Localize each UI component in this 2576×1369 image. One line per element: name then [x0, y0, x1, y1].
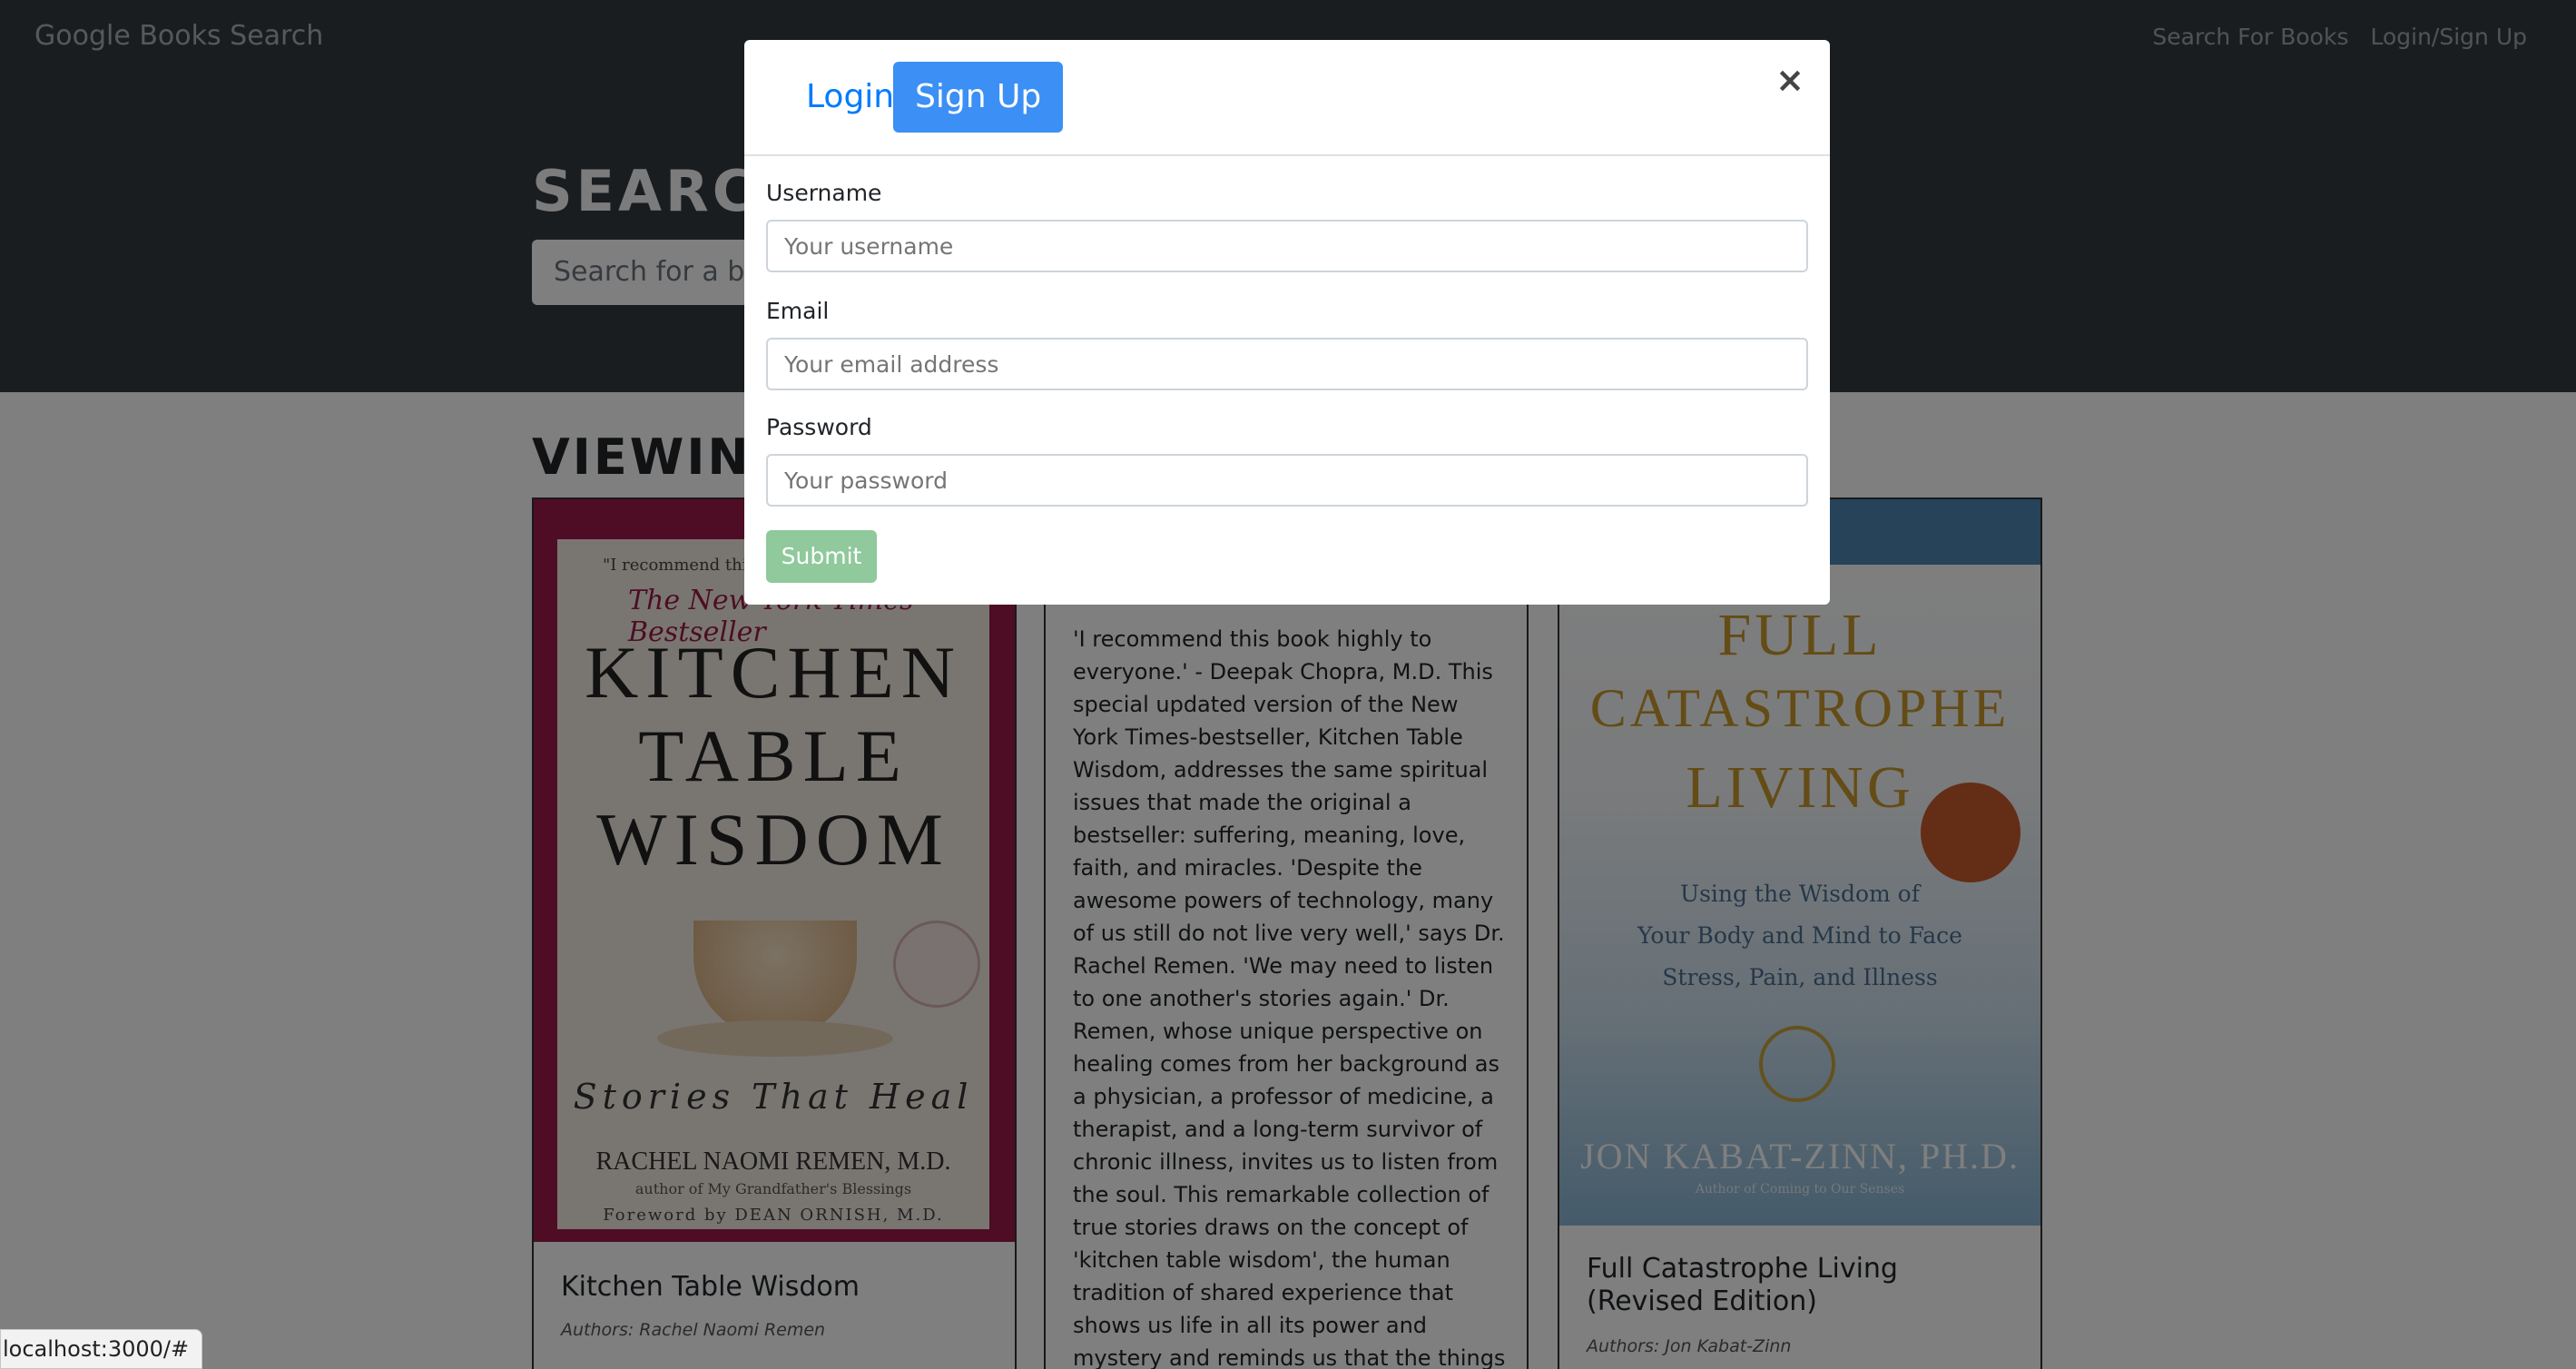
username-field[interactable] — [766, 220, 1808, 272]
submit-button[interactable]: Submit — [766, 530, 877, 583]
close-icon[interactable]: × — [1770, 60, 1810, 100]
status-bar-url: localhost:3000/# — [0, 1329, 203, 1369]
password-field[interactable] — [766, 454, 1808, 507]
tab-signup[interactable]: Sign Up — [893, 62, 1064, 133]
signup-modal: Login Sign Up × Username Email Password … — [744, 40, 1830, 605]
email-label: Email — [766, 298, 830, 324]
username-label: Username — [766, 180, 882, 206]
password-label: Password — [766, 414, 872, 440]
modal-header: Login Sign Up × — [744, 40, 1830, 156]
email-field[interactable] — [766, 338, 1808, 390]
